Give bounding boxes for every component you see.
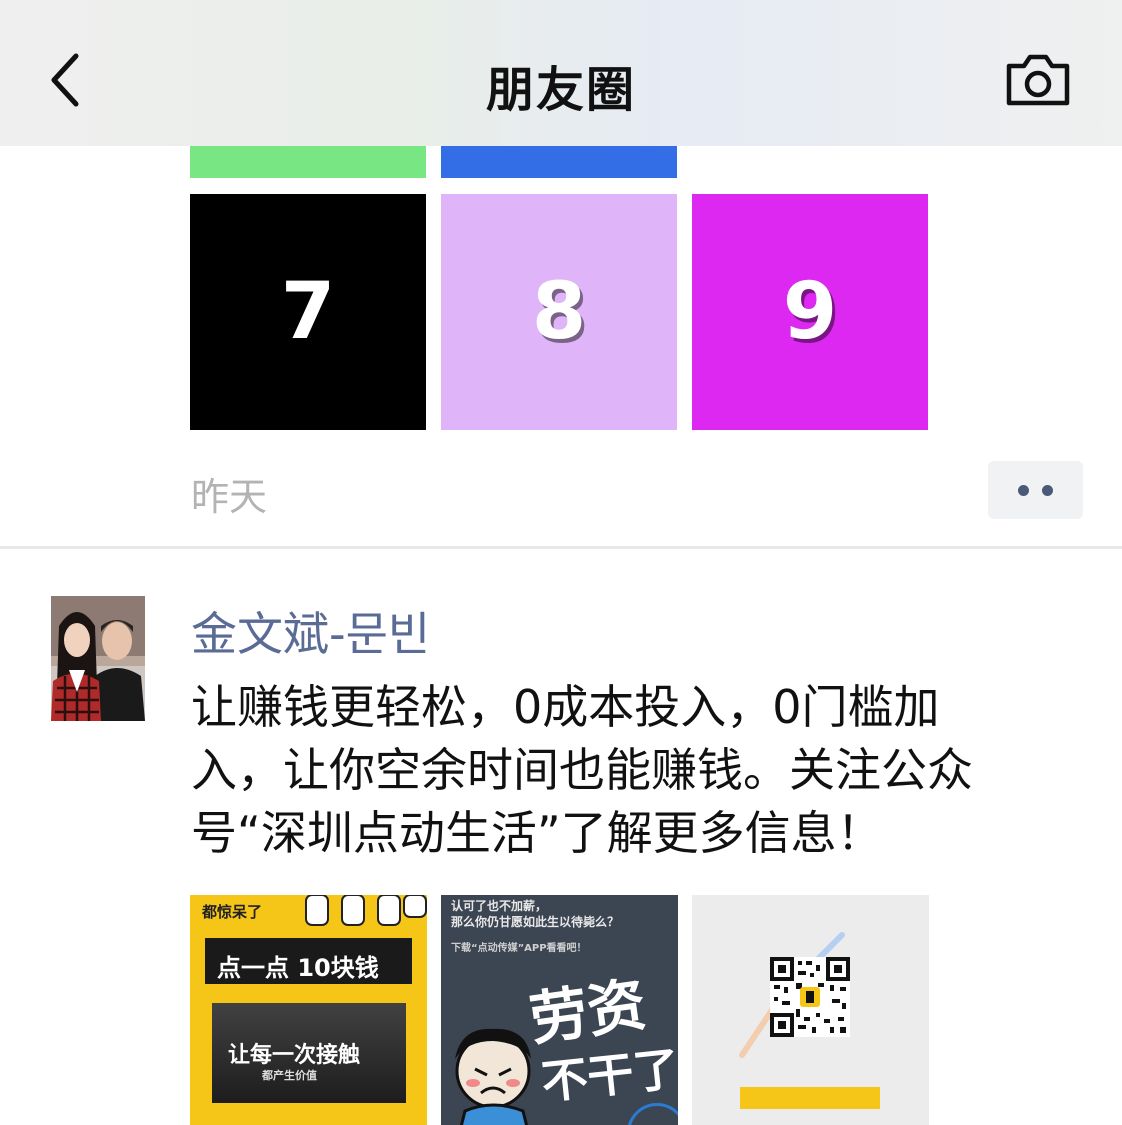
- image-tile-9[interactable]: 9: [692, 194, 928, 430]
- camera-icon[interactable]: [1004, 52, 1072, 108]
- post-text-line: 让赚钱更轻松，0成本投入，0门槛加: [191, 680, 940, 734]
- page-title: 朋友圈: [485, 62, 636, 118]
- post-image-1[interactable]: 都惊呆了 点一点 10块钱 让每一次接触 都产生价值: [190, 895, 427, 1125]
- photo-caption: 让每一次接触: [228, 1043, 361, 1068]
- more-dots-icon[interactable]: [988, 461, 1083, 519]
- cartoon-hands-icon: [305, 895, 427, 926]
- photo-subcaption: 都产生价值: [262, 1069, 317, 1082]
- avatar[interactable]: [51, 596, 145, 721]
- banner-text: 点一点 10块钱: [217, 954, 379, 982]
- tile-label: 9: [782, 267, 838, 357]
- image-header-text: 都惊呆了: [202, 903, 263, 921]
- image-tile[interactable]: [190, 146, 426, 178]
- post-timestamp: 昨天: [191, 475, 268, 519]
- image-tile-7[interactable]: 7: [190, 194, 426, 430]
- post-text: 让赚钱更轻松，0成本投入，0门槛加 入，让你空余时间也能赚钱。关注公众 号“深圳…: [191, 676, 1081, 865]
- post-text-line: 入，让你空余时间也能赚钱。关注公众: [191, 743, 973, 797]
- image-tile-8[interactable]: 8: [441, 194, 677, 430]
- tile-label: 7: [280, 267, 336, 357]
- post-divider: [0, 546, 1122, 549]
- tile-label: 8: [531, 267, 587, 357]
- dot: [1042, 485, 1053, 496]
- image-text-line: 认可了也不加薪，: [451, 899, 548, 913]
- arc-decoration: [627, 1103, 678, 1125]
- qr-code-icon: [770, 957, 850, 1037]
- post-image-2[interactable]: 认可了也不加薪， 那么你仍甘愿如此生以待毙么？ 下载“点动传媒”APP看看吧！ …: [441, 895, 678, 1125]
- post-author[interactable]: 金文斌-문빈: [191, 598, 430, 664]
- post-text-line: 号“深圳点动生活”了解更多信息！: [191, 806, 883, 860]
- image-text-line: 那么你仍甘愿如此生以待毙么？: [451, 915, 620, 929]
- nav-bar: 朋友圈: [0, 0, 1122, 146]
- yellow-button: [740, 1087, 880, 1109]
- image-tile[interactable]: [441, 146, 677, 178]
- image-photo-block: 让每一次接触 都产生价值: [212, 1003, 406, 1103]
- post-image-3[interactable]: [692, 895, 929, 1125]
- dot: [1018, 485, 1029, 496]
- image-text-line: 下载“点动传媒”APP看看吧！: [451, 943, 587, 954]
- image-banner: 点一点 10块钱: [202, 935, 415, 987]
